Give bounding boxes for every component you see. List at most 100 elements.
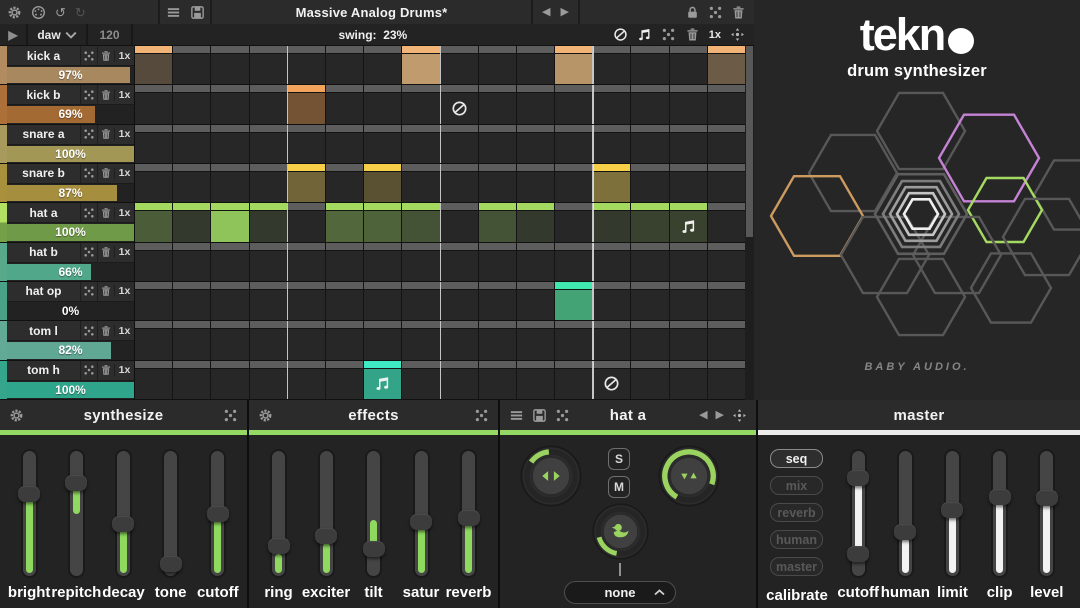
track-name[interactable]: snare a bbox=[7, 127, 80, 141]
step-cell[interactable] bbox=[211, 203, 248, 241]
step-cell[interactable] bbox=[631, 321, 668, 359]
step-cell[interactable] bbox=[364, 164, 401, 202]
step-cell[interactable] bbox=[670, 164, 707, 202]
cutoff-handle[interactable] bbox=[207, 506, 229, 522]
duck-knob[interactable] bbox=[592, 503, 649, 565]
track-clear-icon[interactable] bbox=[100, 285, 112, 297]
satur-handle[interactable] bbox=[410, 514, 432, 530]
track-randomize-icon[interactable] bbox=[83, 167, 95, 179]
step-cell[interactable] bbox=[173, 164, 210, 202]
step-cell[interactable] bbox=[555, 46, 592, 84]
step-cell[interactable] bbox=[288, 282, 325, 320]
step-cell[interactable] bbox=[593, 125, 630, 163]
limit-slider[interactable]: limit bbox=[930, 451, 974, 604]
ring-slider[interactable]: ring bbox=[257, 451, 301, 604]
track-clear-icon[interactable] bbox=[100, 364, 112, 376]
step-cell[interactable] bbox=[288, 85, 325, 123]
step-cell[interactable] bbox=[631, 46, 668, 84]
track-clear-icon[interactable] bbox=[100, 246, 112, 258]
step-cell[interactable] bbox=[250, 203, 287, 241]
repitch-handle[interactable] bbox=[65, 475, 87, 491]
track-loop-mult[interactable]: 1x bbox=[114, 50, 134, 62]
bpm-display[interactable]: 120 bbox=[88, 24, 133, 45]
step-cell[interactable] bbox=[670, 85, 707, 123]
step-cell[interactable] bbox=[593, 46, 630, 84]
track-clear-icon[interactable] bbox=[100, 50, 112, 62]
step-cell[interactable] bbox=[135, 282, 172, 320]
next-preset-button[interactable]: ▶ bbox=[561, 7, 569, 18]
step-cell[interactable] bbox=[593, 164, 630, 202]
randomize-pattern-icon[interactable] bbox=[661, 27, 676, 42]
level-knob[interactable] bbox=[658, 445, 720, 512]
settings-icon[interactable] bbox=[7, 5, 22, 20]
master-page-button[interactable]: master bbox=[770, 557, 823, 576]
track-loop-mult[interactable]: 1x bbox=[114, 246, 134, 258]
clear-pattern-icon[interactable] bbox=[685, 27, 700, 42]
ring-handle[interactable] bbox=[268, 538, 290, 554]
step-cell[interactable] bbox=[402, 125, 439, 163]
undo-icon[interactable]: ↺ bbox=[55, 6, 66, 19]
track-loop-mult[interactable]: 1x bbox=[114, 285, 134, 297]
trash-icon[interactable] bbox=[731, 5, 746, 20]
step-cell[interactable] bbox=[402, 321, 439, 359]
step-cell[interactable] bbox=[555, 321, 592, 359]
pattern-loop-mult[interactable]: 1x bbox=[709, 29, 721, 41]
step-cell[interactable] bbox=[326, 321, 363, 359]
step-cell[interactable] bbox=[441, 203, 478, 241]
step-cell[interactable] bbox=[326, 85, 363, 123]
channel-prev-icon[interactable]: ◀ bbox=[699, 410, 707, 421]
step-cell[interactable] bbox=[326, 361, 363, 399]
step-cell[interactable] bbox=[479, 164, 516, 202]
step-cell[interactable] bbox=[135, 85, 172, 123]
cutoff-handle[interactable] bbox=[847, 470, 869, 486]
step-cell[interactable] bbox=[708, 321, 745, 359]
track-name[interactable]: kick a bbox=[7, 49, 80, 63]
tilt-slider[interactable]: tilt bbox=[352, 451, 396, 604]
step-cell[interactable] bbox=[708, 46, 745, 84]
step-cell[interactable] bbox=[326, 46, 363, 84]
step-cell[interactable] bbox=[364, 46, 401, 84]
step-cell[interactable] bbox=[173, 85, 210, 123]
step-cell[interactable] bbox=[593, 85, 630, 123]
step-cell[interactable] bbox=[250, 125, 287, 163]
step-cell[interactable] bbox=[708, 125, 745, 163]
track-velocity-bar[interactable]: 0% bbox=[7, 302, 134, 320]
channel-move-icon[interactable] bbox=[732, 408, 747, 423]
step-cell[interactable] bbox=[364, 203, 401, 241]
tilt-handle[interactable] bbox=[363, 541, 385, 557]
channel-save-icon[interactable] bbox=[532, 408, 547, 423]
step-cell[interactable] bbox=[441, 321, 478, 359]
step-cell[interactable] bbox=[517, 203, 554, 241]
step-cell[interactable] bbox=[631, 85, 668, 123]
step-cell[interactable] bbox=[670, 125, 707, 163]
bright-handle[interactable] bbox=[18, 486, 40, 502]
step-cell[interactable] bbox=[670, 321, 707, 359]
step-cell[interactable] bbox=[250, 321, 287, 359]
step-cell[interactable] bbox=[173, 243, 210, 281]
sync-mode-dropdown[interactable]: daw bbox=[28, 24, 88, 45]
channel-menu-icon[interactable] bbox=[509, 408, 524, 423]
track-loop-mult[interactable]: 1x bbox=[114, 89, 134, 101]
step-cell[interactable] bbox=[517, 243, 554, 281]
step-cell[interactable] bbox=[364, 282, 401, 320]
step-cell[interactable] bbox=[326, 164, 363, 202]
menu-icon[interactable] bbox=[166, 5, 181, 20]
track-velocity-bar[interactable]: 87% bbox=[7, 184, 134, 202]
track-velocity-bar[interactable]: 66% bbox=[7, 263, 134, 281]
step-cell[interactable] bbox=[250, 46, 287, 84]
track-loop-mult[interactable]: 1x bbox=[114, 207, 134, 219]
step-cell[interactable] bbox=[288, 203, 325, 241]
track-randomize-icon[interactable] bbox=[83, 246, 95, 258]
step-cell[interactable] bbox=[211, 243, 248, 281]
step-cell[interactable] bbox=[517, 361, 554, 399]
step-cell[interactable] bbox=[479, 125, 516, 163]
step-cell[interactable] bbox=[631, 164, 668, 202]
step-cell[interactable] bbox=[479, 203, 516, 241]
decay-handle[interactable] bbox=[112, 516, 134, 532]
step-cell[interactable] bbox=[441, 243, 478, 281]
step-cell[interactable] bbox=[555, 243, 592, 281]
bright-slider[interactable]: bright bbox=[7, 451, 51, 604]
step-cell[interactable] bbox=[173, 282, 210, 320]
reverb-page-button[interactable]: reverb bbox=[770, 503, 823, 522]
step-cell[interactable] bbox=[670, 46, 707, 84]
